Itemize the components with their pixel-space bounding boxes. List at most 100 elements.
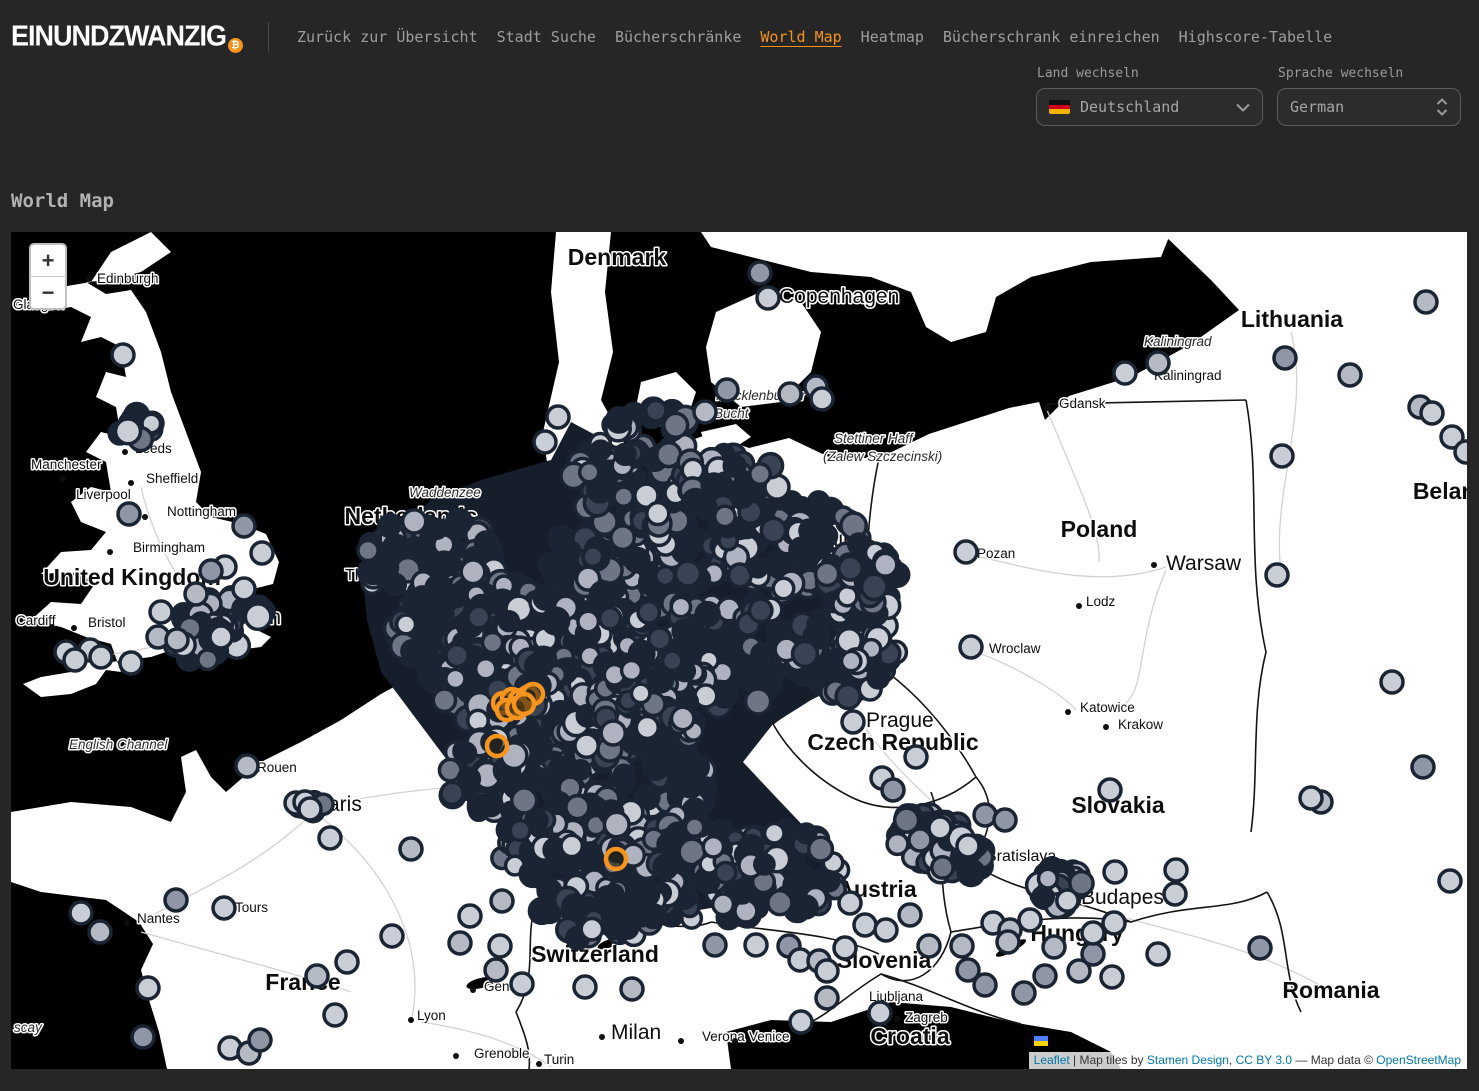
einundzwanzig-logo[interactable]: EINUNDZWANZIG ₿ [11, 21, 243, 53]
map-marker[interactable] [485, 959, 507, 981]
map-marker[interactable] [607, 915, 627, 935]
map-marker[interactable] [324, 1004, 346, 1026]
map-marker[interactable] [210, 626, 232, 648]
map-marker[interactable] [112, 344, 134, 366]
map-marker[interactable] [1103, 912, 1125, 934]
map-marker[interactable] [459, 905, 481, 927]
map-marker[interactable] [755, 855, 774, 874]
map-marker[interactable] [534, 587, 556, 609]
map-marker[interactable] [715, 862, 735, 882]
map-marker[interactable] [633, 881, 659, 907]
map-marker[interactable] [1034, 965, 1056, 987]
map-marker[interactable] [862, 574, 887, 599]
map-marker[interactable] [820, 872, 839, 891]
map-marker[interactable] [875, 919, 897, 941]
map-marker[interactable] [1104, 861, 1126, 883]
map-marker[interactable] [412, 587, 434, 609]
map-marker[interactable] [591, 441, 609, 459]
map-marker[interactable] [730, 880, 753, 903]
map-marker[interactable] [994, 809, 1016, 831]
map-marker[interactable] [1013, 982, 1035, 1004]
map-marker[interactable] [583, 547, 602, 566]
map-marker[interactable] [761, 518, 785, 542]
map-marker[interactable] [1266, 564, 1288, 586]
map-marker[interactable] [811, 388, 833, 410]
map-marker[interactable] [358, 540, 378, 560]
map-marker[interactable] [905, 746, 927, 768]
map-marker[interactable] [704, 934, 726, 956]
map-marker[interactable] [702, 474, 725, 497]
map-marker[interactable] [694, 401, 716, 423]
map-marker[interactable] [1415, 291, 1437, 313]
map-marker[interactable] [432, 552, 456, 576]
map-marker[interactable] [446, 645, 468, 667]
map-marker[interactable] [373, 555, 398, 580]
map-marker[interactable] [1412, 756, 1434, 778]
map-marker[interactable] [600, 608, 621, 629]
map-marker[interactable] [1455, 441, 1467, 463]
map-marker[interactable] [245, 604, 271, 630]
map-marker[interactable] [765, 823, 784, 842]
map-marker[interactable] [458, 768, 479, 789]
map-marker[interactable] [1101, 966, 1123, 988]
map-marker[interactable] [306, 965, 328, 987]
map-marker[interactable] [449, 932, 471, 954]
map-marker[interactable] [679, 773, 703, 797]
map-marker[interactable] [869, 1002, 891, 1024]
map-marker[interactable] [213, 897, 235, 919]
zoom-out-button[interactable]: − [31, 277, 65, 308]
map-marker[interactable] [561, 542, 579, 560]
map-marker[interactable] [461, 560, 485, 584]
map-marker[interactable] [745, 934, 767, 956]
map-marker[interactable] [118, 503, 140, 525]
map-marker[interactable] [249, 1029, 271, 1051]
map-marker-orange[interactable] [487, 736, 507, 756]
map-marker[interactable] [1164, 883, 1186, 905]
map-marker[interactable] [1339, 364, 1361, 386]
map-marker[interactable] [120, 652, 142, 674]
map-marker[interactable] [510, 821, 530, 841]
map-marker[interactable] [132, 1026, 154, 1048]
map-marker[interactable] [520, 861, 545, 886]
map-marker[interactable] [654, 856, 677, 879]
map-marker[interactable] [89, 921, 111, 943]
map-marker[interactable] [116, 419, 141, 444]
attribution-link[interactable]: Leaflet [1034, 1053, 1070, 1067]
map-marker[interactable] [842, 711, 864, 733]
map-marker[interactable] [834, 937, 856, 959]
map-marker[interactable] [918, 935, 940, 957]
map-marker[interactable] [746, 689, 771, 714]
nav-link-zur-ck-zur-bersicht[interactable]: Zurück zur Übersicht [297, 28, 478, 46]
zoom-in-button[interactable]: + [31, 245, 65, 277]
map-marker[interactable] [899, 904, 921, 926]
map-marker[interactable] [955, 541, 977, 563]
map-marker[interactable] [591, 582, 616, 607]
map-marker[interactable] [887, 834, 908, 855]
map-marker[interactable] [1165, 859, 1187, 881]
map-marker[interactable] [165, 889, 187, 911]
map-marker[interactable] [997, 931, 1019, 953]
map-marker[interactable] [621, 978, 643, 1000]
map-marker[interactable] [1300, 787, 1322, 809]
map-marker[interactable] [166, 629, 188, 651]
map-marker[interactable] [646, 400, 666, 420]
map-marker[interactable] [543, 608, 569, 634]
map-marker[interactable] [673, 620, 695, 642]
map-marker[interactable] [397, 615, 416, 634]
map-marker[interactable] [236, 755, 258, 777]
map-marker[interactable] [816, 562, 839, 585]
map-marker-orange[interactable] [606, 849, 626, 869]
map-marker[interactable] [839, 557, 863, 581]
map-marker[interactable] [604, 812, 629, 837]
map-marker[interactable] [614, 487, 633, 506]
map-marker[interactable] [763, 661, 785, 683]
map-marker[interactable] [909, 829, 931, 851]
map-marker[interactable] [664, 413, 688, 437]
map-marker[interactable] [749, 599, 771, 621]
map-marker[interactable] [647, 503, 669, 525]
map-marker[interactable] [838, 587, 857, 606]
map-marker[interactable] [476, 659, 496, 679]
map-marker[interactable] [1439, 870, 1461, 892]
map-marker[interactable] [1147, 352, 1169, 374]
map-marker[interactable] [251, 542, 273, 564]
